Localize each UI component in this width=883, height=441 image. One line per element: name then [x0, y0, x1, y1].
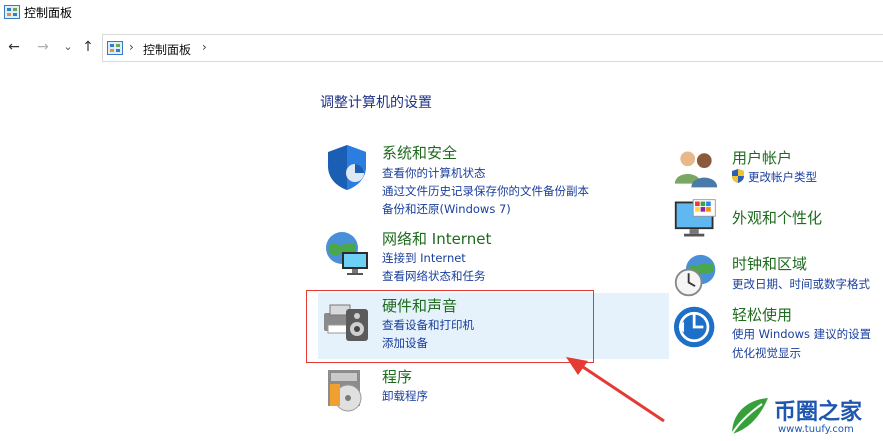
breadcrumb-control-panel[interactable]: 控制面板	[143, 41, 191, 58]
breadcrumb-separator[interactable]: ›	[129, 40, 134, 54]
users-icon	[674, 151, 718, 188]
control-panel-icon	[107, 41, 123, 55]
link-optimize-visual-display[interactable]: 优化视觉显示	[732, 345, 801, 361]
up-icon[interactable]: ↑	[80, 39, 96, 55]
shield-icon	[328, 145, 366, 190]
watermark: 币圈之家 www.tuufy.com	[726, 392, 883, 441]
back-icon[interactable]: ←	[6, 39, 22, 55]
link-view-computer-status[interactable]: 查看你的计算机状态	[382, 165, 486, 181]
category-programs: 程序 卸载程序	[322, 366, 522, 416]
category-heading-appearance[interactable]: 外观和个性化	[732, 207, 822, 228]
link-network-status[interactable]: 查看网络状态和任务	[382, 268, 486, 284]
category-heading-clock-region[interactable]: 时钟和区域	[732, 253, 807, 274]
category-heading-ease-of-access[interactable]: 轻松使用	[732, 304, 792, 325]
watermark-logo-icon	[731, 398, 768, 435]
category-user-accounts: 用户帐户 更改帐户类型	[673, 145, 873, 190]
annotation-arrow	[566, 357, 665, 423]
printer-speaker-icon	[324, 304, 368, 341]
link-add-device[interactable]: 添加设备	[382, 335, 428, 351]
category-heading-network-internet[interactable]: 网络和 Internet	[382, 228, 491, 249]
category-heading-hardware-sound[interactable]: 硬件和声音	[382, 295, 457, 316]
clock-globe-icon	[674, 254, 716, 297]
network-globe-icon	[326, 232, 368, 275]
link-backup-restore[interactable]: 备份和还原(Windows 7)	[382, 201, 511, 217]
title-bar: 控制面板	[0, 0, 883, 26]
navigation-bar: ← → ⌄ ↑ › 控制面板 ›	[0, 34, 883, 62]
link-connect-internet[interactable]: 连接到 Internet	[382, 250, 466, 266]
uac-shield-icon	[732, 169, 744, 183]
category-heading-user-accounts[interactable]: 用户帐户	[732, 147, 792, 168]
category-network-internet: 网络和 Internet 连接到 Internet 查看网络状态和任务	[322, 228, 622, 288]
ease-of-access-icon	[673, 306, 715, 348]
watermark-url: www.tuufy.com	[778, 424, 854, 435]
link-file-history-backup[interactable]: 通过文件历史记录保存你的文件备份副本	[382, 183, 589, 199]
link-uninstall-program[interactable]: 卸载程序	[382, 388, 428, 404]
category-heading-programs[interactable]: 程序	[382, 366, 412, 387]
recent-locations-icon[interactable]: ⌄	[60, 39, 76, 55]
control-panel-icon	[4, 5, 20, 19]
category-system-security: 系统和安全 查看你的计算机状态 通过文件历史记录保存你的文件备份副本 备份和还原…	[322, 142, 622, 222]
category-clock-region: 时钟和区域 更改日期、时间或数字格式	[673, 253, 883, 301]
watermark-brand: 币圈之家	[774, 400, 863, 425]
link-recommended-settings[interactable]: 使用 Windows 建议的设置	[732, 326, 871, 342]
address-bar[interactable]: › 控制面板 ›	[102, 34, 883, 62]
link-change-account-type[interactable]: 更改帐户类型	[748, 169, 817, 185]
category-hardware-sound[interactable]: 硬件和声音 查看设备和打印机 添加设备	[322, 295, 582, 355]
link-change-date-time-format[interactable]: 更改日期、时间或数字格式	[732, 276, 870, 292]
category-heading-system-security[interactable]: 系统和安全	[382, 142, 457, 163]
category-ease-of-access: 轻松使用 使用 Windows 建议的设置 优化视觉显示	[673, 304, 883, 360]
link-devices-printers[interactable]: 查看设备和打印机	[382, 317, 474, 333]
breadcrumb-separator[interactable]: ›	[202, 40, 207, 54]
programs-icon	[328, 370, 362, 412]
window-title: 控制面板	[24, 6, 73, 20]
appearance-monitor-icon	[674, 199, 716, 237]
category-appearance: 外观和个性化	[673, 196, 873, 246]
page-title: 调整计算机的设置	[320, 95, 432, 111]
forward-icon[interactable]: →	[35, 39, 51, 55]
